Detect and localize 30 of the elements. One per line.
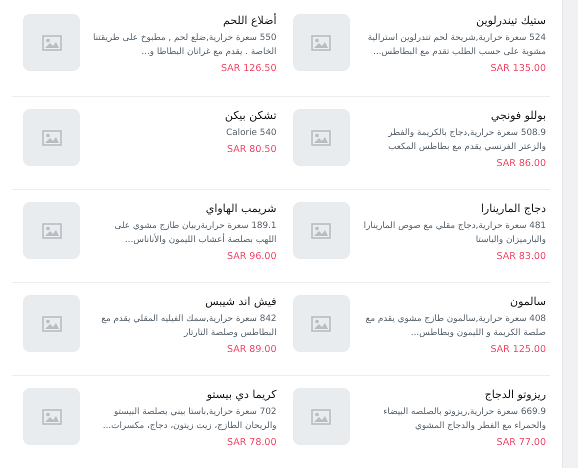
dish-name: دجاج المارينارا bbox=[480, 202, 546, 215]
dish-name: أضلاع اللحم bbox=[222, 14, 277, 27]
dish-description: 702 سعرة حرارية,باستا بيني بصلصة البيستو والريحان الطازج، زيت زيتون، دجاج، مكسرات... bbox=[102, 406, 277, 433]
dish-description: 189.1 سعرة حراريةربيان طازج مشوي على اللهب بصلصة أعشاب الليمون والأناناس... bbox=[114, 220, 277, 247]
dish-description: 524 سعرة حرارية,شريحة لحم تندرلوين استرالية مشوية على حسب الطلب تقدم مع البطاطس... bbox=[366, 32, 546, 59]
dish-name: فيش اند شيبس bbox=[204, 295, 277, 308]
dish-price: SAR 80.50 bbox=[226, 144, 277, 155]
dish-description: 669.9 سعرة حرارية,ريزوتو بالصلصه البيضاء والحمراء مع الفطر والدجاج المشوي bbox=[382, 406, 546, 433]
dish-price: SAR 83.00 bbox=[496, 251, 546, 262]
dish-name: كريما دي بيستو bbox=[205, 388, 277, 401]
dish-price: SAR 89.00 bbox=[226, 344, 277, 355]
dish-description: Calorie 540 bbox=[225, 127, 277, 140]
dish-description: 481 سعرة حرارية,دجاج مقلي مع صوص المارينارا والبارميزان والباستا bbox=[362, 220, 546, 247]
dish-price: SAR 86.00 bbox=[496, 158, 546, 169]
dish-price: SAR 96.00 bbox=[226, 251, 277, 262]
dish-description: 408 سعرة حرارية,سالمون طازج مشوي يقدم مع صلصة الكريمة و الليمون وبطاطس... bbox=[364, 313, 546, 340]
dish-price: SAR 126.50 bbox=[220, 63, 277, 74]
dish-name: سالمون bbox=[508, 295, 546, 308]
dish-description: 550 سعرة حرارية,ضلع لحم , مطبوخ على طريقتنا الخاصة . يقدم مع غراتان البطاطا و... bbox=[92, 32, 277, 59]
dish-name: ريزوتو الدجاج bbox=[484, 388, 546, 401]
dish-name: ستيك تيندرلوين bbox=[475, 14, 546, 27]
dish-price: SAR 78.00 bbox=[226, 437, 277, 448]
dish-description: 508.9 سعرة حرارية,دجاج بالكريمة والفطر والزعتر الفرنسي يقدم مع بطاطس المكعب bbox=[386, 127, 546, 154]
dish-name: شريمب الهاواي bbox=[204, 202, 277, 215]
dish-name: تشكن بيكن bbox=[224, 109, 277, 122]
dish-price: SAR 77.00 bbox=[496, 437, 546, 448]
dish-description: 842 سعرة حرارية,سمك الفيليه المقلي يقدم مع البطاطس وصلصة التارتار bbox=[100, 313, 277, 340]
dish-price: SAR 125.00 bbox=[489, 344, 546, 355]
dish-price: SAR 135.00 bbox=[489, 63, 546, 74]
dish-name: بوللو فونجي bbox=[490, 109, 546, 122]
